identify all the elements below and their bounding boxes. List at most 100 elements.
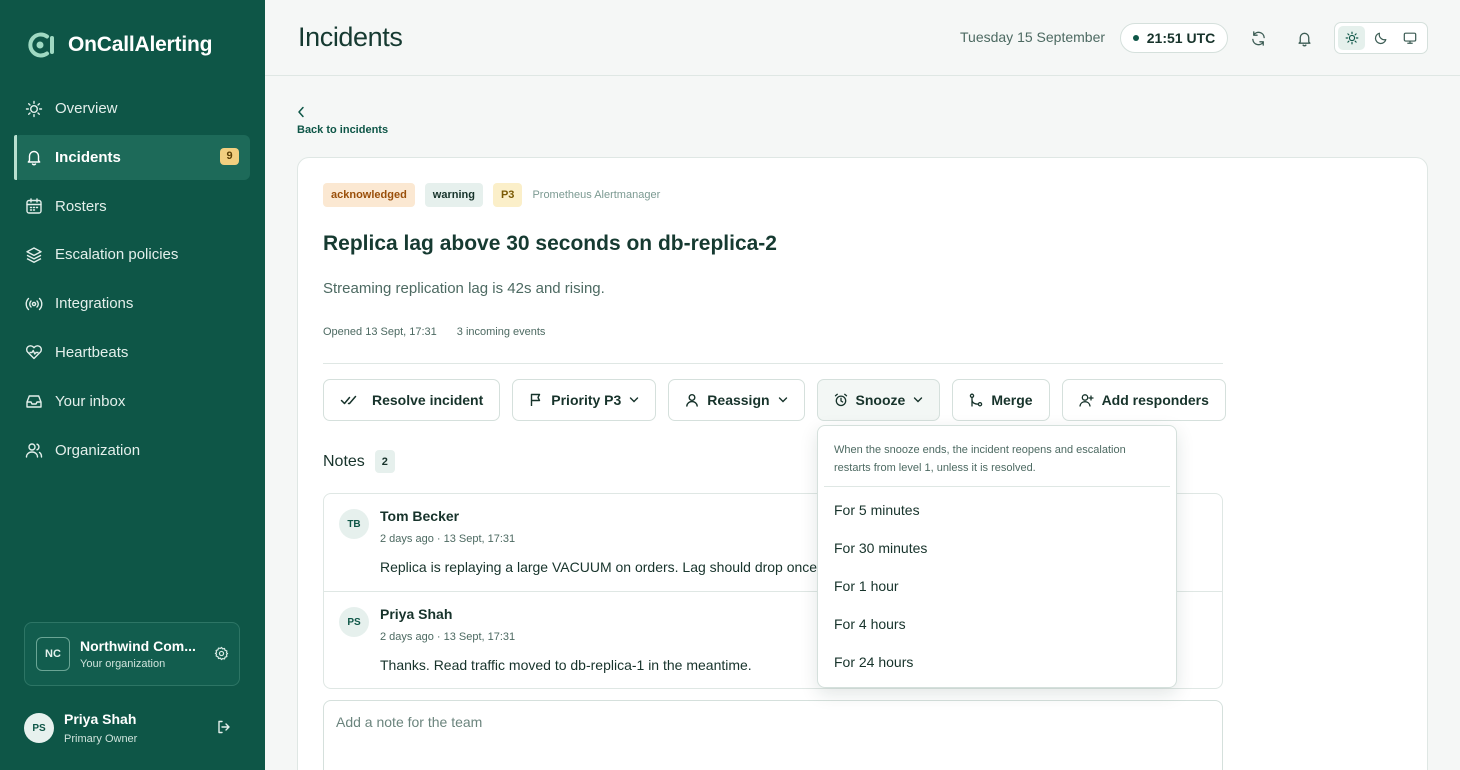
system-theme-button[interactable]	[1397, 26, 1424, 50]
back-to-incidents-link[interactable]: Back to incidents	[297, 106, 388, 136]
sidebar-item-label: Heartbeats	[55, 343, 129, 361]
alarm-clock-icon	[834, 393, 847, 407]
monitor-icon	[1404, 32, 1417, 44]
user-name: Priya Shah	[64, 711, 137, 727]
sidebar-item-label: Integrations	[55, 295, 134, 313]
sidebar-item-incidents[interactable]: Incidents 9	[14, 134, 250, 180]
note-text: Replica is replaying a large VACUUM on o…	[380, 559, 884, 575]
theme-switcher	[1334, 22, 1428, 54]
note-author: Priya Shah	[380, 606, 453, 622]
moon-icon	[1374, 32, 1387, 45]
top-bar: Incidents Tuesday 15 September 21:51 UTC	[265, 0, 1460, 76]
sidebar-item-your-inbox[interactable]: Your inbox	[14, 379, 250, 424]
sun-icon	[1345, 31, 1359, 45]
chevron-down-icon	[630, 397, 639, 403]
merge-icon	[970, 393, 983, 407]
reassign-label: Reassign	[707, 392, 770, 408]
incident-meta: Opened 13 Sept, 17:31 3 incoming events	[323, 326, 545, 338]
sidebar-item-rosters[interactable]: Rosters	[14, 184, 250, 229]
incident-description: Streaming replication lag is 42s and ris…	[323, 280, 605, 297]
notes-count-badge: 2	[374, 450, 395, 473]
avatar: PS	[24, 713, 54, 743]
app-logo[interactable]: OnCallAlerting	[25, 30, 212, 60]
snooze-label: Snooze	[855, 392, 906, 408]
source-label: Prometheus Alertmanager	[532, 189, 661, 201]
page-title: Incidents	[298, 22, 403, 52]
user-role: Primary Owner	[64, 733, 138, 745]
back-link-label: Back to incidents	[297, 124, 389, 136]
snooze-option-1-hour[interactable]: For 1 hour	[824, 568, 1170, 604]
snooze-menu-hint: When the snooze ends, the incident reope…	[834, 444, 1126, 474]
severity-badge: warning	[424, 183, 483, 207]
current-user[interactable]: PS Priya Shah Primary Owner	[24, 703, 240, 753]
sidebar-item-label: Your inbox	[55, 392, 126, 410]
note-timestamp: 2 days ago · 13 Sept, 17:31	[380, 631, 516, 643]
notes-header: Notes 2	[323, 450, 395, 473]
user-plus-icon	[1078, 394, 1094, 407]
calendar-icon	[25, 197, 43, 215]
incident-count-badge: 9	[220, 147, 239, 165]
bell-icon	[25, 148, 43, 166]
heartbeat-icon	[25, 343, 43, 361]
note-author: Tom Becker	[380, 508, 460, 524]
opened-at: Opened 13 Sept, 17:31	[323, 326, 437, 338]
add-note-input[interactable]: Add a note for the team	[323, 700, 1223, 770]
resolve-incident-button[interactable]: Resolve incident	[323, 379, 501, 421]
users-icon	[25, 441, 43, 459]
status-dot	[1132, 35, 1139, 41]
merge-label: Merge	[991, 392, 1033, 408]
current-date: Tuesday 15 September	[960, 29, 1106, 45]
avatar: PS	[339, 607, 369, 637]
snooze-option-30-minutes[interactable]: For 30 minutes	[824, 530, 1170, 566]
add-responders-button[interactable]: Add responders	[1061, 379, 1226, 421]
divider	[323, 363, 1223, 364]
gear-icon[interactable]	[214, 646, 229, 666]
priority-badge: P3	[492, 183, 523, 207]
broadcast-icon	[25, 295, 43, 313]
sidebar-item-heartbeats[interactable]: Heartbeats	[14, 330, 250, 375]
sidebar: OnCallAlerting Overview Incidents 9 Rost…	[0, 0, 265, 770]
snooze-menu: When the snooze ends, the incident reope…	[817, 425, 1177, 688]
chevron-down-icon	[914, 397, 923, 403]
snooze-option-5-minutes[interactable]: For 5 minutes	[824, 492, 1170, 528]
sidebar-item-label: Organization	[55, 441, 141, 459]
sidebar-item-overview[interactable]: Overview	[14, 86, 250, 131]
light-theme-button[interactable]	[1338, 26, 1366, 50]
reassign-button[interactable]: Reassign	[668, 379, 805, 421]
org-switcher[interactable]: NC Northwind Com... Your organization	[24, 622, 240, 686]
org-name: Northwind Com...	[80, 638, 196, 654]
priority-button[interactable]: Priority P3	[512, 379, 657, 421]
logout-icon[interactable]	[216, 719, 232, 740]
snooze-button[interactable]: Snooze	[816, 379, 941, 421]
clock-pill: 21:51 UTC	[1120, 23, 1228, 53]
notifications-bell-icon[interactable]	[1295, 29, 1313, 47]
user-icon	[686, 394, 699, 407]
chevron-down-icon	[778, 397, 787, 403]
resolve-label: Resolve incident	[372, 392, 484, 408]
chevron-left-icon	[297, 106, 388, 121]
app-name: OnCallAlerting	[68, 33, 213, 56]
org-avatar: NC	[36, 637, 70, 671]
sidebar-item-integrations[interactable]: Integrations	[14, 281, 250, 326]
flag-icon	[531, 393, 541, 406]
incident-chips: acknowledged warning P3 Prometheus Alert…	[323, 183, 660, 207]
notes-title: Notes	[323, 452, 365, 470]
sidebar-item-organization[interactable]: Organization	[14, 428, 250, 473]
snooze-option-24-hours[interactable]: For 24 hours	[824, 644, 1170, 680]
incident-title: Replica lag above 30 seconds on db-repli…	[323, 232, 777, 255]
double-check-icon	[340, 395, 357, 405]
avatar: TB	[339, 509, 369, 539]
merge-button[interactable]: Merge	[952, 379, 1050, 421]
dark-theme-button[interactable]	[1367, 26, 1394, 50]
add-responders-label: Add responders	[1101, 392, 1209, 408]
org-subtitle: Your organization	[80, 658, 166, 670]
sidebar-item-label: Incidents	[55, 148, 121, 166]
logo-icon	[25, 30, 58, 60]
divider	[824, 486, 1170, 487]
note-timestamp: 2 days ago · 13 Sept, 17:31	[380, 533, 516, 545]
sidebar-item-escalation-policies[interactable]: Escalation policies	[14, 232, 250, 277]
note-text: Thanks. Read traffic moved to db-replica…	[380, 657, 752, 673]
refresh-icon[interactable]	[1249, 29, 1267, 47]
current-time: 21:51 UTC	[1146, 30, 1216, 46]
snooze-option-4-hours[interactable]: For 4 hours	[824, 606, 1170, 642]
